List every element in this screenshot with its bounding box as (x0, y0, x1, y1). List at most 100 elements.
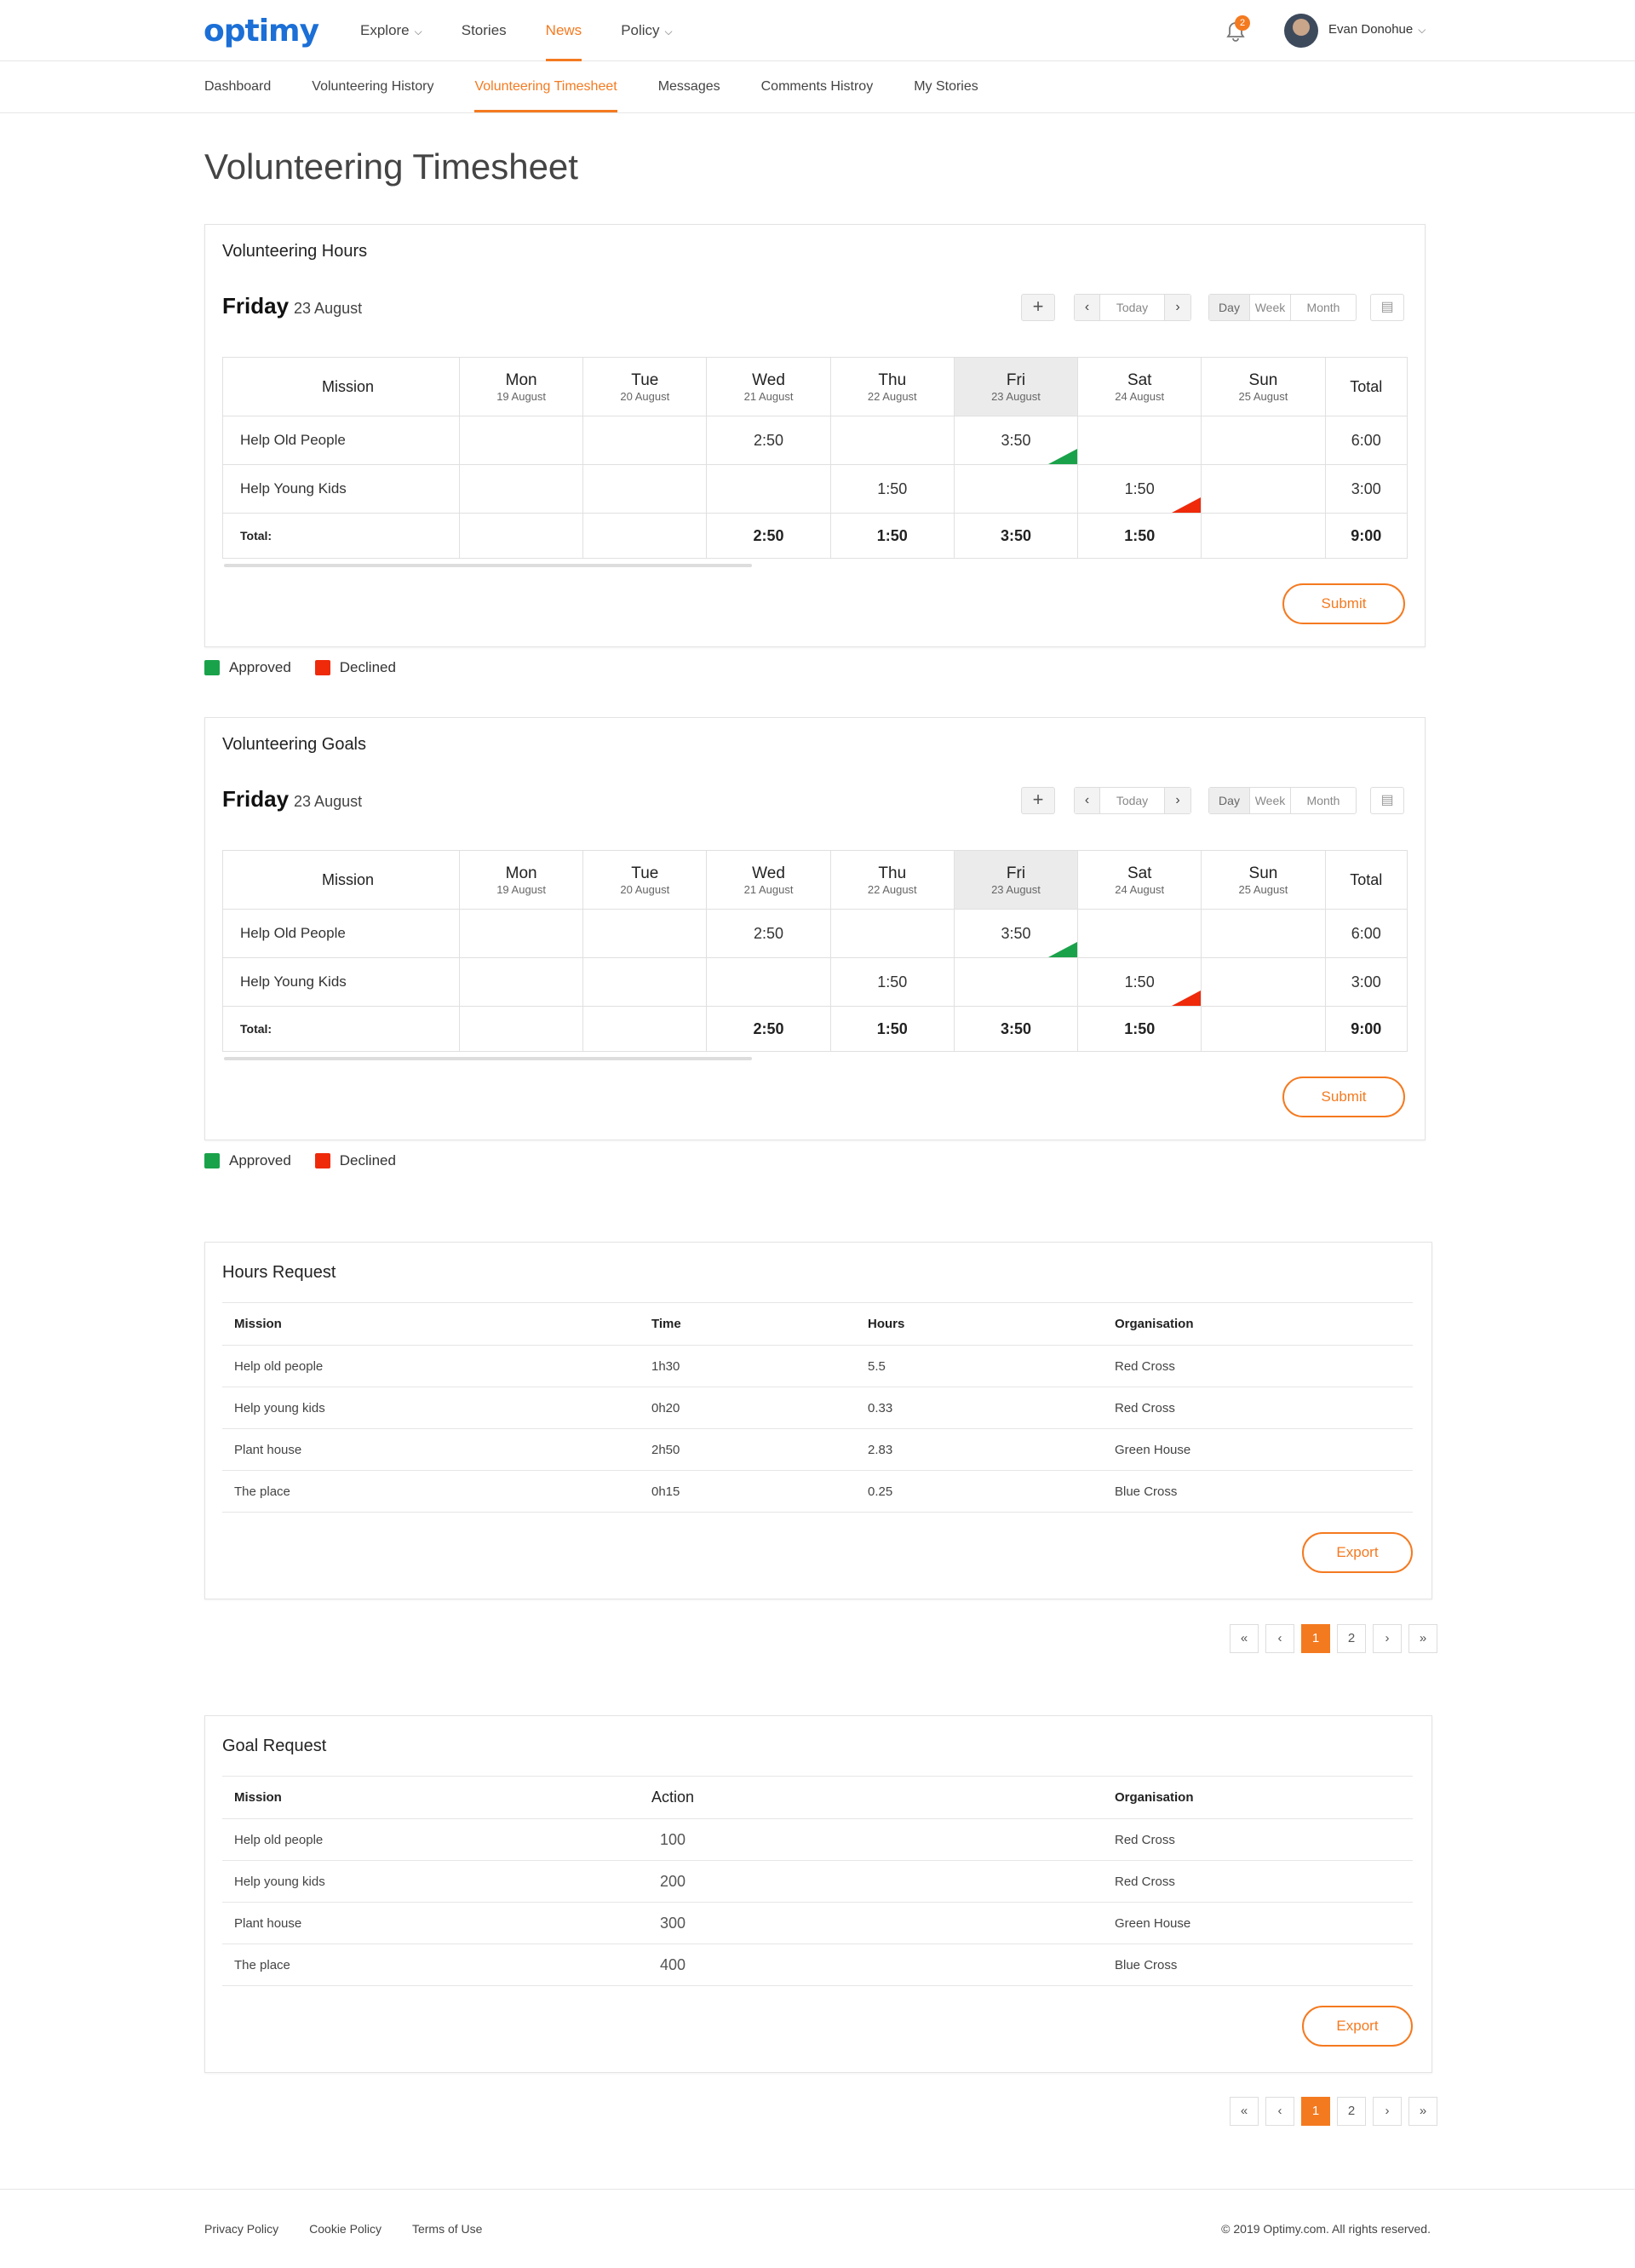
submit-button[interactable]: Submit (1282, 1077, 1405, 1117)
hours-cell[interactable] (829, 416, 955, 465)
hours-cell[interactable] (706, 957, 831, 1007)
hours-cell[interactable] (458, 909, 584, 958)
day-header[interactable]: Thu 22 August (829, 850, 955, 910)
next-day-button[interactable]: › (1165, 788, 1190, 813)
page-1-button[interactable]: 1 (1301, 1624, 1330, 1653)
prev-page-button[interactable]: ‹ (1265, 2097, 1294, 2126)
hours-cell[interactable] (582, 416, 708, 465)
page-2-button[interactable]: 2 (1337, 2097, 1366, 2126)
next-day-button[interactable]: › (1165, 295, 1190, 320)
next-page-button[interactable]: › (1373, 1624, 1402, 1653)
day-header[interactable]: Tue 20 August (582, 850, 708, 910)
totals-row: Total: 2:50 1:50 3:50 1:50 9:00 (222, 1006, 1408, 1052)
hours-cell[interactable]: 3:50 (953, 909, 1079, 958)
day-header[interactable]: Sun 25 August (1201, 850, 1326, 910)
last-page-button[interactable]: » (1408, 1624, 1437, 1653)
hours-cell[interactable] (1201, 957, 1326, 1007)
nav-explore[interactable]: Explore ⌵ (360, 0, 422, 61)
day-header[interactable]: Fri 23 August (953, 850, 1079, 910)
main-nav: Explore ⌵ Stories News Policy ⌵ (360, 0, 712, 61)
cell: Green House (1103, 1428, 1413, 1471)
page-1-button[interactable]: 1 (1301, 2097, 1330, 2126)
calendar-button[interactable]: ▤ (1370, 787, 1404, 814)
subnav-volunteering-timesheet[interactable]: Volunteering Timesheet (474, 61, 617, 112)
hours-cell[interactable]: 2:50 (706, 416, 831, 465)
nav-stories[interactable]: Stories (462, 0, 507, 61)
hours-cell[interactable] (458, 464, 584, 514)
horizontal-scrollbar[interactable] (224, 1057, 752, 1060)
submit-button[interactable]: Submit (1282, 583, 1405, 624)
subnav-comments-history[interactable]: Comments Histroy (761, 61, 874, 112)
view-week-button[interactable]: Week (1250, 295, 1291, 320)
add-entry-button[interactable]: + (1021, 787, 1055, 814)
view-month-button[interactable]: Month (1291, 788, 1356, 813)
totals-row: Total: 2:50 1:50 3:50 1:50 9:00 (222, 513, 1408, 559)
hours-cell[interactable] (1077, 909, 1202, 958)
day-header[interactable]: Thu 22 August (829, 357, 955, 416)
terms-of-use-link[interactable]: Terms of Use (412, 2222, 482, 2236)
subnav-messages[interactable]: Messages (658, 61, 720, 112)
hours-cell[interactable] (1201, 464, 1326, 514)
cell: 0.33 (856, 1387, 1103, 1429)
today-button[interactable]: Today (1100, 788, 1165, 813)
prev-day-button[interactable]: ‹ (1075, 295, 1100, 320)
hours-cell[interactable] (1077, 416, 1202, 465)
nav-news[interactable]: News (545, 0, 582, 61)
timesheet-row: Help Old People 2:50 3:50 6:00 (222, 416, 1408, 465)
privacy-policy-link[interactable]: Privacy Policy (204, 2222, 278, 2236)
add-entry-button[interactable]: + (1021, 294, 1055, 321)
today-button[interactable]: Today (1100, 295, 1165, 320)
hours-cell[interactable] (953, 957, 1079, 1007)
horizontal-scrollbar[interactable] (224, 564, 752, 567)
hours-cell[interactable]: 3:50 (953, 416, 1079, 465)
day-header[interactable]: Wed 21 August (706, 357, 831, 416)
declined-marker (1172, 497, 1202, 513)
user-menu[interactable]: Evan Donohue ⌵ (1328, 22, 1426, 37)
export-button[interactable]: Export (1302, 1532, 1413, 1573)
avatar[interactable] (1284, 14, 1318, 48)
subnav-dashboard[interactable]: Dashboard (204, 61, 271, 112)
hours-cell[interactable] (1201, 416, 1326, 465)
hours-cell[interactable]: 1:50 (1077, 957, 1202, 1007)
next-page-button[interactable]: › (1373, 2097, 1402, 2126)
nav-policy[interactable]: Policy ⌵ (621, 0, 672, 61)
day-header[interactable]: Mon 19 August (458, 357, 584, 416)
page-2-button[interactable]: 2 (1337, 1624, 1366, 1653)
day-header[interactable]: Sun 25 August (1201, 357, 1326, 416)
day-header[interactable]: Sat 24 August (1077, 357, 1202, 416)
hours-cell[interactable] (706, 464, 831, 514)
hours-cell[interactable]: 2:50 (706, 909, 831, 958)
export-button[interactable]: Export (1302, 2006, 1413, 2047)
prev-day-button[interactable]: ‹ (1075, 788, 1100, 813)
hours-cell[interactable] (829, 909, 955, 958)
view-day-button[interactable]: Day (1209, 295, 1250, 320)
last-page-button[interactable]: » (1408, 2097, 1437, 2126)
first-page-button[interactable]: « (1230, 1624, 1259, 1653)
hours-cell[interactable]: 1:50 (829, 957, 955, 1007)
hours-cell[interactable] (582, 464, 708, 514)
day-header[interactable]: Fri 23 August (953, 357, 1079, 416)
hours-cell[interactable] (582, 957, 708, 1007)
optimy-logo[interactable]: optimy (204, 14, 319, 49)
hours-cell[interactable] (582, 909, 708, 958)
view-month-button[interactable]: Month (1291, 295, 1356, 320)
hours-cell[interactable] (953, 464, 1079, 514)
hours-cell[interactable] (458, 957, 584, 1007)
day-total: 2:50 (706, 1006, 831, 1052)
hours-cell[interactable]: 1:50 (829, 464, 955, 514)
calendar-button[interactable]: ▤ (1370, 294, 1404, 321)
day-header[interactable]: Mon 19 August (458, 850, 584, 910)
cookie-policy-link[interactable]: Cookie Policy (309, 2222, 382, 2236)
hours-cell[interactable]: 1:50 (1077, 464, 1202, 514)
prev-page-button[interactable]: ‹ (1265, 1624, 1294, 1653)
day-header[interactable]: Wed 21 August (706, 850, 831, 910)
hours-cell[interactable] (1201, 909, 1326, 958)
subnav-my-stories[interactable]: My Stories (914, 61, 978, 112)
first-page-button[interactable]: « (1230, 2097, 1259, 2126)
day-header[interactable]: Tue 20 August (582, 357, 708, 416)
view-week-button[interactable]: Week (1250, 788, 1291, 813)
subnav-volunteering-history[interactable]: Volunteering History (312, 61, 433, 112)
view-day-button[interactable]: Day (1209, 788, 1250, 813)
day-header[interactable]: Sat 24 August (1077, 850, 1202, 910)
hours-cell[interactable] (458, 416, 584, 465)
